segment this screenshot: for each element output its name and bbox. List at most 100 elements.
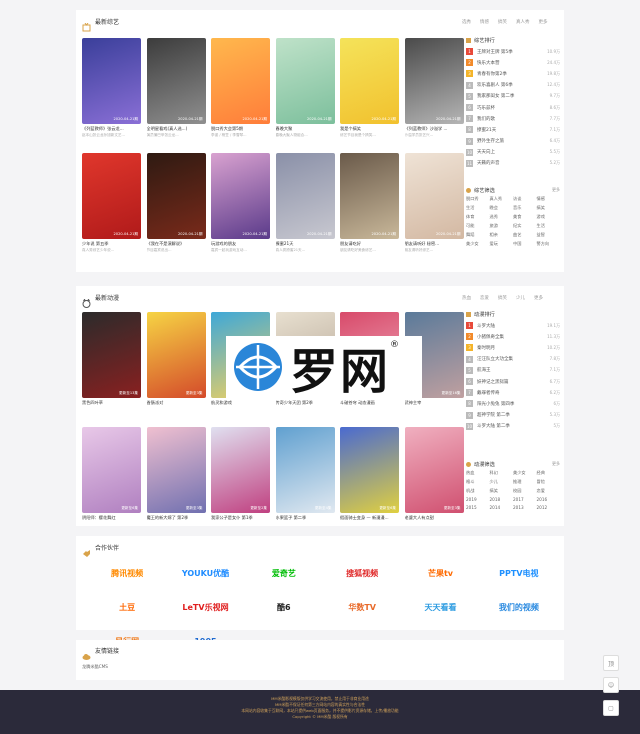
card-title[interactable]: 假面骑士变身 — 新漫漫... <box>340 515 399 521</box>
friend-link[interactable]: 龙腾米酷CMS <box>82 664 108 669</box>
filter-tag[interactable]: 可能 <box>466 223 490 229</box>
card-title[interactable]: 玩游戏的朋友 <box>211 241 270 247</box>
partner-logo[interactable]: YOUKU优酷 <box>166 565 244 581</box>
media-card[interactable]: 2020-04-21期 春晚大聚 春晚大聚人物组合... <box>275 38 335 138</box>
filter-tag[interactable]: 2013 <box>513 505 537 510</box>
partner-logo[interactable]: 土豆 <box>88 599 166 615</box>
media-card[interactable]: 2020-04-21期 撩蜜21天 真人秀撩蜜21天... <box>275 153 335 253</box>
filter-tag[interactable]: 格斗 <box>466 479 490 485</box>
media-card[interactable]: 2020-04-21期 《列蓝教师》张云龙... 赵本山张云龙孙旭新文艺... <box>82 38 141 138</box>
filter-tag[interactable]: 美食 <box>513 214 537 220</box>
ranking-item[interactable]: 11 天籁的声音 5.2万 <box>466 158 560 169</box>
anime-nav-link[interactable]: 搞笑 <box>498 295 507 301</box>
card-title[interactable]: 脱口秀大会第5期 <box>211 126 270 132</box>
media-card[interactable]: 2020-04-21期 朋友请吃好 朋友请吃好美食综艺... <box>340 153 399 253</box>
media-card[interactable]: 2020-04-21期 《我在不是演解说》 节目嘉宾说出... <box>146 153 206 253</box>
filter-tag[interactable]: 少儿 <box>490 479 514 485</box>
card-title[interactable]: 我家公子是女仆 第1季 <box>211 515 270 521</box>
filter-tag[interactable]: 访谈 <box>513 196 537 202</box>
card-title[interactable]: 武神主宰 <box>405 400 464 406</box>
media-card[interactable]: 更新至3集 魔王的新大嫁了 第2季 <box>146 427 206 522</box>
card-title[interactable]: 《列蓝教师》张云龙... <box>82 126 141 132</box>
filter-tag[interactable]: 情感 <box>537 196 561 202</box>
ranking-item[interactable]: 10 天天向上 5.5万 <box>466 147 560 158</box>
filter-tag[interactable]: 生活 <box>537 223 561 229</box>
poster-image[interactable]: 2020-04-21期 <box>82 38 141 124</box>
media-card[interactable]: 2020-04-21期 朋友请听好 秘密... 朋友请听好综艺... <box>404 153 464 253</box>
media-card[interactable]: 2020-04-21期 全明星看戏(真人选...) 演员蒲巴甲张云龙... <box>146 38 206 138</box>
poster-image[interactable]: 2020-04-21期 <box>146 153 206 239</box>
partner-logo[interactable]: 华数TV <box>323 599 401 615</box>
card-title[interactable]: 《列蓝教师》沙溢学 ... <box>405 126 464 132</box>
poster-image[interactable]: 更新至13集 <box>82 312 141 398</box>
filter-tag[interactable]: 曲艺 <box>513 232 537 238</box>
poster-image[interactable]: 2020-04-21期 <box>82 153 141 239</box>
poster-image[interactable]: 更新至4集 <box>275 427 335 513</box>
variety-nav-link[interactable]: 搞笑 <box>498 19 507 25</box>
anime-nav-link[interactable]: 恋爱 <box>480 295 489 301</box>
filter-tag[interactable]: 体育 <box>466 214 490 220</box>
ranking-item[interactable]: 2 快乐大本营 24.4万 <box>466 57 560 68</box>
poster-image[interactable]: 2020-04-21期 <box>340 38 399 124</box>
variety-nav-link[interactable]: 情感 <box>480 19 489 25</box>
ranking-item[interactable]: 4 欢乐喜剧人 第6季 12.4万 <box>466 80 560 91</box>
card-title[interactable]: 魔王的新大嫁了 第2季 <box>147 515 206 521</box>
ranking-item[interactable]: 5 航海王 7.1万 <box>466 365 560 376</box>
card-title[interactable]: 春晚大聚 <box>276 126 335 132</box>
card-title[interactable]: 老婆大人有点甜 <box>405 515 464 521</box>
poster-image[interactable]: 更新至3集 <box>146 312 206 398</box>
card-title[interactable]: 香肠派对 <box>147 400 206 406</box>
poster-image[interactable]: 2020-04-21期 <box>211 38 270 124</box>
card-title[interactable]: 朋友请听好 秘密... <box>405 241 464 247</box>
ranking-item[interactable]: 3 青春有你第2季 19.8万 <box>466 68 560 79</box>
media-card[interactable]: 更新至3集香肠派对 <box>146 312 206 407</box>
partner-logo[interactable]: 天天看看 <box>401 599 479 615</box>
partner-logo[interactable]: 爱奇艺 <box>245 565 323 581</box>
poster-image[interactable]: 更新至6集 <box>82 427 141 513</box>
filter-tag[interactable]: 美少女 <box>513 470 537 476</box>
poster-image[interactable]: 2020-04-21期 <box>275 38 335 124</box>
partner-logo[interactable]: 芒果tv <box>401 565 479 581</box>
feedback-button[interactable]: ☺ <box>603 677 619 693</box>
filter-tag[interactable]: 恋爱 <box>537 488 561 494</box>
partner-logo[interactable]: 搜狐视频 <box>323 565 401 581</box>
card-title[interactable]: 黑色四叶草 <box>82 400 141 406</box>
partner-logo[interactable]: 酷6 <box>245 599 323 615</box>
filter-tag[interactable]: 晚会 <box>490 205 514 211</box>
filter-tag[interactable]: 选秀 <box>490 214 514 220</box>
media-card[interactable]: 2020-04-21期 《列蓝教师》沙溢学 ... 沙溢学员张艺兴... <box>404 38 464 138</box>
card-title[interactable]: 阴阳师：樱花舞红 <box>82 515 141 521</box>
filter-tag[interactable]: 经典 <box>537 470 561 476</box>
filter-tag[interactable]: 搞笑 <box>490 488 514 494</box>
media-card[interactable]: 2020-04-21期 脱口秀大会第5期 李诞 / 杨笠 / 李雪琴... <box>211 38 270 138</box>
filter-tag[interactable]: 益智 <box>537 232 561 238</box>
ranking-item[interactable]: 5 我家那闺女 第二季 9.7万 <box>466 91 560 102</box>
filter-tag[interactable]: 校园 <box>513 488 537 494</box>
poster-image[interactable]: 更新至3集 <box>404 427 464 513</box>
filter-tag[interactable]: 2017 <box>513 497 537 502</box>
ranking-item[interactable]: 7 戴罪者传奇 6.2万 <box>466 387 560 398</box>
ranking-item[interactable]: 1 王牌对王牌 第5季 10.9万 <box>466 46 560 57</box>
media-card[interactable]: 更新至3集老婆大人有点甜 <box>404 427 464 522</box>
filter-tag[interactable]: 音乐 <box>513 205 537 211</box>
poster-image[interactable]: 更新至6集 <box>340 427 399 513</box>
ranking-item[interactable]: 7 我们的歌 7.7万 <box>466 113 560 124</box>
filter-tag[interactable]: 冒险 <box>537 479 561 485</box>
anime-nav-more[interactable]: 更多 <box>534 295 543 301</box>
filter-tag[interactable]: 推理 <box>513 479 537 485</box>
card-title[interactable]: 《我在不是演解说》 <box>147 241 206 247</box>
card-title[interactable]: 少年说 第五季 <box>82 241 141 247</box>
ranking-item[interactable]: 3 秦时明月 10.2万 <box>466 342 560 353</box>
filter-tag[interactable]: 脱口秀 <box>466 196 490 202</box>
filter-tag[interactable]: 真人秀 <box>490 196 514 202</box>
poster-image[interactable]: 2020-04-21期 <box>275 153 335 239</box>
filter-tag[interactable]: 机战 <box>466 488 490 494</box>
card-title[interactable]: 水果篮子 第二季 <box>276 515 335 521</box>
filter-tag[interactable]: 2012 <box>537 505 561 510</box>
ranking-item[interactable]: 1 斗罗大陆 19.1万 <box>466 320 560 331</box>
filter-more-link[interactable]: 更多 <box>552 187 560 193</box>
filter-tag[interactable]: 生活 <box>466 205 490 211</box>
media-card[interactable]: 更新至6集阴阳师：樱花舞红 <box>82 427 141 522</box>
filter-tag[interactable]: 2016 <box>537 497 561 502</box>
back-to-top-button[interactable]: 顶 <box>603 655 619 671</box>
